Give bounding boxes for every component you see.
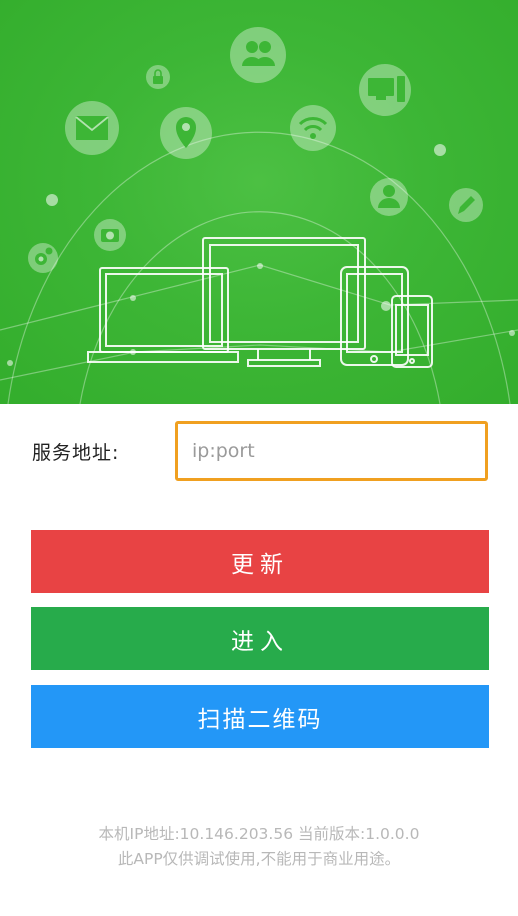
- devices-illustration: [0, 27, 518, 404]
- disclaimer-text: 此APP仅供调试使用,不能用于商业用途。: [117, 850, 401, 868]
- scan-qr-button[interactable]: 扫描二维码: [31, 685, 489, 748]
- address-label: 服务地址:: [32, 442, 120, 464]
- pencil-icon: [449, 188, 483, 222]
- scan-qr-button-label: 扫描二维码: [197, 706, 323, 733]
- mail-icon: [65, 101, 119, 155]
- update-button[interactable]: 更新: [31, 530, 489, 593]
- settings-icon: [28, 243, 58, 273]
- location-icon: [160, 107, 212, 159]
- orbit-dots: [7, 144, 515, 366]
- address-input[interactable]: [175, 421, 488, 481]
- camera-icon: [94, 219, 126, 251]
- enter-button[interactable]: 进入: [31, 607, 489, 670]
- computer-icon: [359, 64, 411, 116]
- footer-info: 本机IP地址:10.146.203.56 当前版本:1.0.0.0 此APP仅供…: [0, 822, 518, 872]
- device-info-text: 本机IP地址:10.146.203.56 当前版本:1.0.0.0: [98, 825, 420, 843]
- wifi-icon: [290, 105, 336, 151]
- users-icon: [230, 27, 286, 83]
- update-button-label: 更新: [231, 551, 289, 578]
- lock-icon: [146, 65, 170, 89]
- user-icon: [370, 178, 408, 216]
- hero-banner: [0, 0, 518, 404]
- address-form: 服务地址:: [0, 404, 518, 504]
- enter-button-label: 进入: [231, 628, 289, 655]
